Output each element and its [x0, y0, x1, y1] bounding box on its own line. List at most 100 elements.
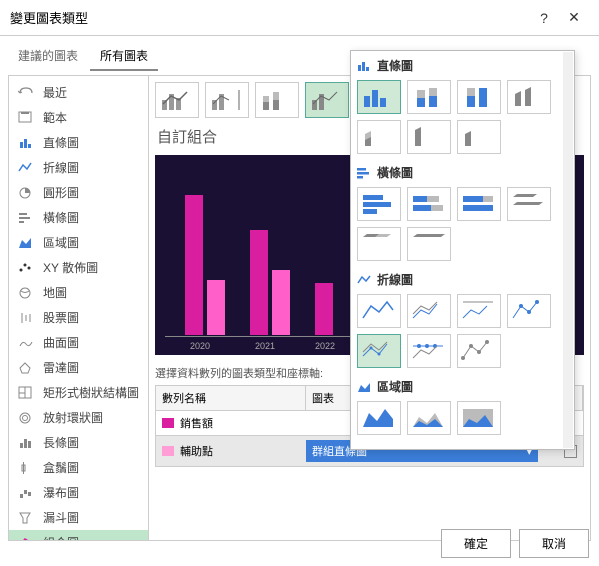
sidebar-item-recent[interactable]: 最近 — [9, 80, 148, 105]
popup-section-column: 直條圖 — [357, 57, 568, 154]
sidebar-item-label: 最近 — [43, 84, 67, 101]
gallery-thumb[interactable] — [457, 294, 501, 328]
sidebar-item-label: 長條圖 — [43, 434, 79, 451]
area-chart-icon — [357, 381, 371, 393]
subtype-2[interactable] — [205, 82, 249, 118]
preview-bar — [207, 280, 225, 335]
sidebar-item-column[interactable]: 直條圖 — [9, 130, 148, 155]
gallery-thumb[interactable] — [357, 294, 401, 328]
gallery-thumb[interactable] — [357, 80, 401, 114]
sidebar-item-sunburst[interactable]: 放射環狀圖 — [9, 405, 148, 430]
surface-icon — [17, 335, 35, 351]
sidebar-item-area[interactable]: 區域圖 — [9, 230, 148, 255]
sidebar-item-stock[interactable]: 股票圖 — [9, 305, 148, 330]
sidebar-item-label: 折線圖 — [43, 159, 79, 176]
gallery-thumb[interactable] — [507, 187, 551, 221]
category-sidebar: 最近 範本 直條圖 折線圖 圓形圖 橫條圖 區域圖 XY 散佈圖 地圖 股票圖 … — [8, 75, 148, 541]
map-icon — [17, 285, 35, 301]
close-button[interactable]: ✕ — [559, 9, 589, 26]
tab-recommended[interactable]: 建議的圖表 — [8, 42, 88, 71]
histogram-icon — [17, 435, 35, 451]
sidebar-item-line[interactable]: 折線圖 — [9, 155, 148, 180]
sidebar-item-label: 範本 — [43, 109, 67, 126]
sidebar-item-label: 盒鬚圖 — [43, 459, 79, 476]
gallery-thumb[interactable] — [457, 401, 501, 435]
sidebar-item-bar[interactable]: 橫條圖 — [9, 205, 148, 230]
sidebar-item-label: 股票圖 — [43, 309, 79, 326]
sidebar-item-label: 組合圖 — [43, 534, 79, 541]
pie-chart-icon — [17, 185, 35, 201]
gallery-thumb[interactable] — [357, 227, 401, 261]
tab-all[interactable]: 所有圖表 — [90, 42, 158, 71]
series-name: 銷售額 — [180, 415, 213, 431]
area-chart-icon — [17, 235, 35, 251]
gallery-thumb[interactable] — [457, 187, 501, 221]
ok-button[interactable]: 確定 — [441, 529, 511, 558]
preview-bar — [315, 283, 333, 335]
gallery-thumb[interactable] — [457, 334, 501, 368]
titlebar: 變更圖表類型 ? ✕ — [0, 0, 599, 36]
gallery-thumb[interactable] — [407, 227, 451, 261]
gallery-thumb[interactable] — [407, 187, 451, 221]
sidebar-item-label: 曲面圖 — [43, 334, 79, 351]
gallery-thumb[interactable] — [507, 294, 551, 328]
subtype-1[interactable] — [155, 82, 199, 118]
popup-header: 區域圖 — [357, 378, 568, 395]
preview-bar — [272, 270, 290, 335]
sidebar-item-funnel[interactable]: 漏斗圖 — [9, 505, 148, 530]
help-button[interactable]: ? — [529, 10, 559, 26]
combo-icon — [17, 535, 35, 542]
window-title: 變更圖表類型 — [10, 8, 529, 27]
sidebar-item-surface[interactable]: 曲面圖 — [9, 330, 148, 355]
sidebar-item-label: 區域圖 — [43, 234, 79, 251]
sunburst-icon — [17, 410, 35, 426]
gallery-thumb[interactable] — [357, 120, 401, 154]
sidebar-item-histogram[interactable]: 長條圖 — [9, 430, 148, 455]
series-color-chip — [162, 446, 174, 456]
sidebar-item-template[interactable]: 範本 — [9, 105, 148, 130]
sidebar-item-treemap[interactable]: 矩形式樹狀結構圖 — [9, 380, 148, 405]
gallery-thumb[interactable] — [407, 294, 451, 328]
gallery-thumb[interactable] — [357, 401, 401, 435]
gallery-thumb[interactable] — [357, 334, 401, 368]
subtype-3[interactable] — [255, 82, 299, 118]
line-chart-icon — [357, 274, 371, 286]
sidebar-item-label: 放射環狀圖 — [43, 409, 103, 426]
series-name: 輔助點 — [180, 443, 300, 459]
sidebar-item-label: 地圖 — [43, 284, 67, 301]
gallery-thumb[interactable] — [407, 120, 451, 154]
sidebar-item-boxwhisker[interactable]: 盒鬚圖 — [9, 455, 148, 480]
subtype-4-custom[interactable] — [305, 82, 349, 118]
waterfall-icon — [17, 485, 35, 501]
sidebar-item-waterfall[interactable]: 瀑布圖 — [9, 480, 148, 505]
preview-bar — [250, 230, 268, 335]
sidebar-item-pie[interactable]: 圓形圖 — [9, 180, 148, 205]
popup-header: 橫條圖 — [357, 164, 568, 181]
gallery-thumb[interactable] — [407, 334, 451, 368]
gallery-thumb[interactable] — [407, 401, 451, 435]
popup-scrollbar[interactable] — [563, 52, 573, 448]
popup-section-area: 區域圖 — [357, 378, 568, 435]
gallery-thumb[interactable] — [457, 80, 501, 114]
cancel-button[interactable]: 取消 — [519, 529, 589, 558]
gallery-thumb[interactable] — [507, 80, 551, 114]
series-color-chip — [162, 418, 174, 428]
gallery-thumb[interactable] — [357, 187, 401, 221]
col-name: 數列名稱 — [156, 386, 306, 410]
sidebar-item-label: 直條圖 — [43, 134, 79, 151]
boxwhisker-icon — [17, 460, 35, 476]
popup-section-label: 折線圖 — [377, 271, 413, 288]
line-chart-icon — [17, 160, 35, 176]
gallery-thumb[interactable] — [457, 120, 501, 154]
sidebar-item-xy[interactable]: XY 散佈圖 — [9, 255, 148, 280]
sidebar-item-radar[interactable]: 雷達圖 — [9, 355, 148, 380]
popup-header: 直條圖 — [357, 57, 568, 74]
preview-bar — [185, 195, 203, 335]
sidebar-item-combo[interactable]: 組合圖 — [9, 530, 148, 541]
treemap-icon — [17, 385, 35, 401]
sidebar-item-label: 雷達圖 — [43, 359, 79, 376]
gallery-thumb[interactable] — [407, 80, 451, 114]
sidebar-item-map[interactable]: 地圖 — [9, 280, 148, 305]
sidebar-item-label: 瀑布圖 — [43, 484, 79, 501]
column-chart-icon — [17, 135, 35, 151]
